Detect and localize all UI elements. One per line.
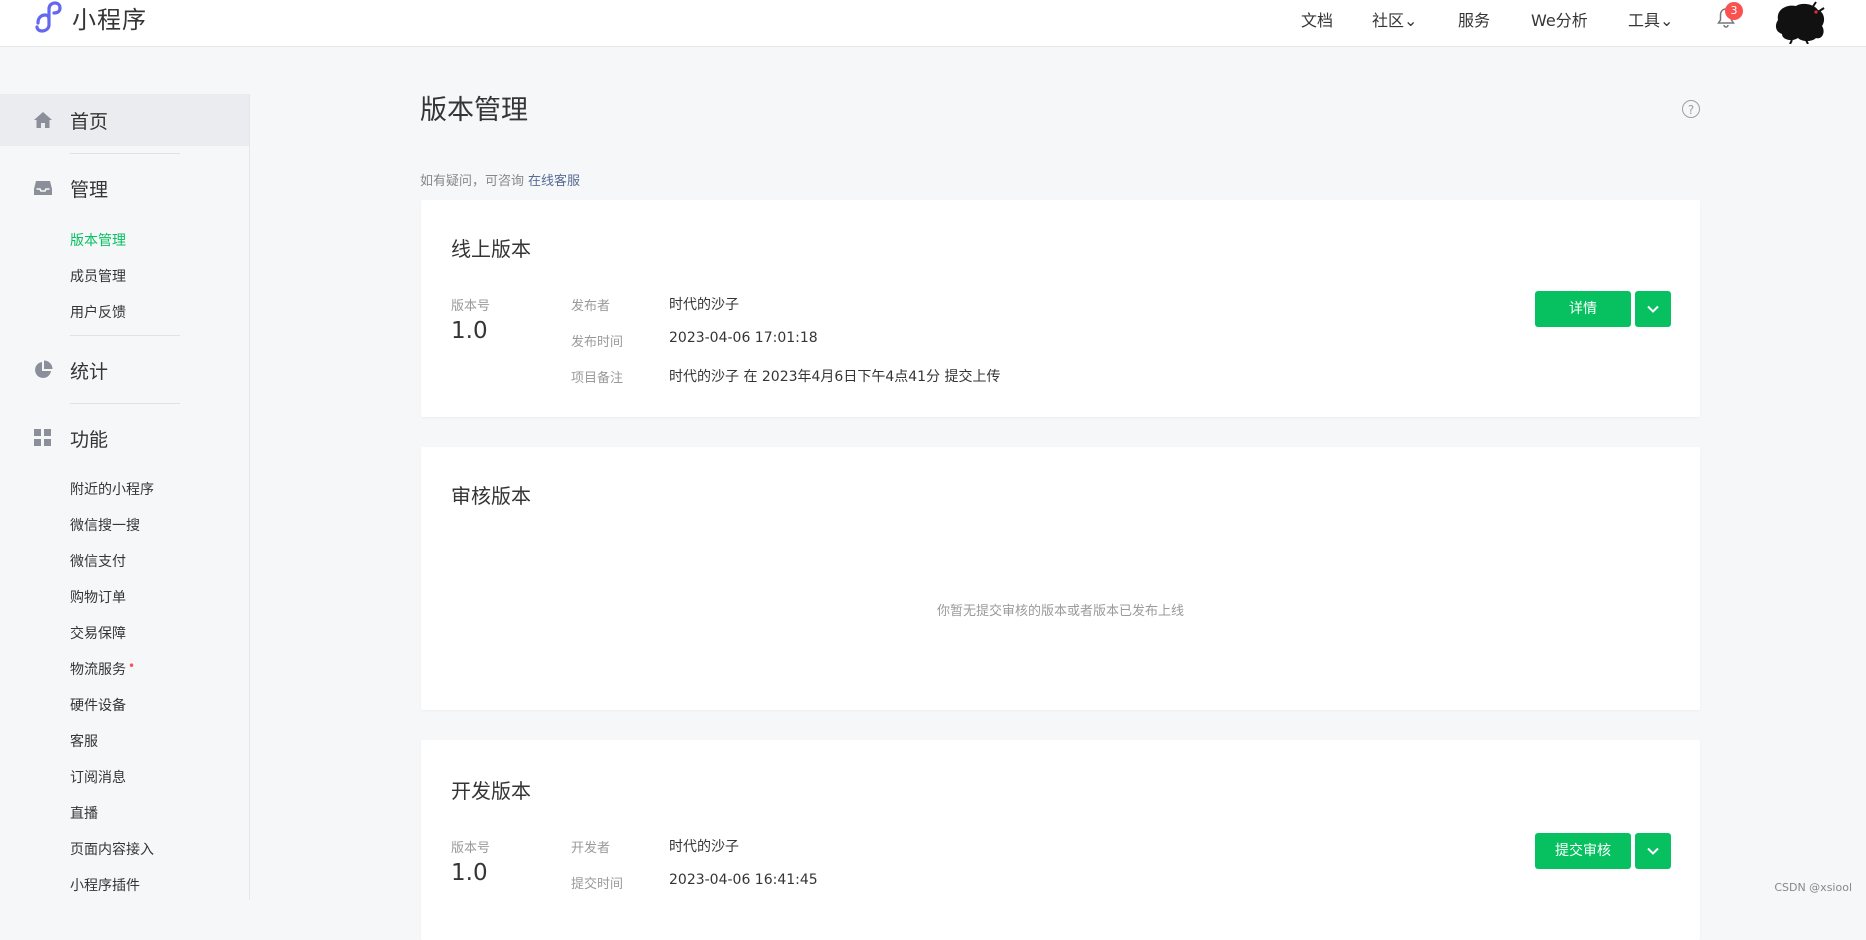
publish-time-value: 2023-04-06 17:01:18 <box>669 330 818 346</box>
sidebar: 首页 管理 版本管理 成员管理 用户反馈 统计 功能 附近的小程序 微信搜一搜 … <box>0 94 250 900</box>
project-note-value: 时代的沙子 在 2023年4月6日下午4点41分 提交上传 <box>669 369 1001 385</box>
divider <box>70 403 180 404</box>
help-icon[interactable]: ? <box>1682 100 1700 118</box>
hint-label: 如有疑问，可咨询 <box>420 174 525 189</box>
sidebar-item-home[interactable]: 首页 <box>0 94 249 146</box>
nav-services-label: 服务 <box>1458 11 1491 30</box>
nav-docs[interactable]: 文档 <box>1301 7 1333 31</box>
sidebar-item-user-feedback[interactable]: 用户反馈 <box>70 302 126 322</box>
publisher-value: 时代的沙子 <box>669 297 739 313</box>
nav-we-analytics-label: We分析 <box>1531 11 1588 30</box>
divider <box>70 335 180 336</box>
sidebar-item-features[interactable]: 功能 <box>0 412 249 464</box>
detail-button[interactable]: 详情 <box>1535 291 1631 327</box>
sidebar-item-member-management[interactable]: 成员管理 <box>70 266 126 286</box>
sidebar-item-stats[interactable]: 统计 <box>0 344 249 396</box>
review-version-title: 审核版本 <box>451 484 531 508</box>
sidebar-item-subscription-messages[interactable]: 订阅消息 <box>70 767 126 787</box>
review-version-card: 审核版本 你暂无提交审核的版本或者版本已发布上线 <box>421 447 1700 710</box>
version-number: 1.0 <box>451 860 488 886</box>
dev-version-card: 开发版本 版本号 1.0 开发者 时代的沙子 提交时间 2023-04-06 1… <box>421 740 1700 940</box>
online-support-link[interactable]: 在线客服 <box>528 174 580 189</box>
chevron-down-icon: ⌄ <box>1660 11 1674 30</box>
chevron-down-icon: ⌄ <box>1404 11 1418 30</box>
inbox-icon <box>33 178 53 198</box>
home-icon <box>33 110 53 130</box>
publisher-label: 发布者 <box>571 299 611 314</box>
version-number: 1.0 <box>451 318 488 344</box>
watermark: CSDN @xsiool <box>1774 881 1852 894</box>
hint-text: 如有疑问，可咨询 在线客服 <box>420 170 580 189</box>
nav-community[interactable]: 社区⌄ <box>1372 7 1417 31</box>
sidebar-item-home-label: 首页 <box>70 110 109 133</box>
grid-icon <box>33 428 53 448</box>
sidebar-item-version-management[interactable]: 版本管理 <box>70 230 126 250</box>
sidebar-item-shopping-orders[interactable]: 购物订单 <box>70 587 126 607</box>
developer-value: 时代的沙子 <box>669 839 739 855</box>
divider <box>70 153 180 154</box>
submit-time-value: 2023-04-06 16:41:45 <box>669 872 818 888</box>
chevron-down-icon <box>1647 847 1659 855</box>
dev-more-dropdown[interactable] <box>1635 833 1671 869</box>
nav-docs-label: 文档 <box>1301 11 1334 30</box>
version-number-label: 版本号 <box>451 299 491 314</box>
version-number-label: 版本号 <box>451 841 491 856</box>
sidebar-item-wechat-search[interactable]: 微信搜一搜 <box>70 515 140 535</box>
online-version-title: 线上版本 <box>451 237 531 261</box>
online-version-card: 线上版本 版本号 1.0 发布者 时代的沙子 发布时间 2023-04-06 1… <box>421 200 1700 417</box>
sidebar-item-features-label: 功能 <box>70 428 109 451</box>
sidebar-item-logistics[interactable]: 物流服务 • <box>70 659 135 679</box>
nav-tools-label: 工具 <box>1628 11 1661 30</box>
sidebar-item-manage-label: 管理 <box>70 178 109 201</box>
developer-label: 开发者 <box>571 841 611 856</box>
pie-chart-icon <box>33 360 53 380</box>
sidebar-item-live[interactable]: 直播 <box>70 803 98 823</box>
nav-we-analytics[interactable]: We分析 <box>1531 7 1588 31</box>
sidebar-item-manage[interactable]: 管理 <box>0 162 249 214</box>
sidebar-item-nearby-miniprogram[interactable]: 附近的小程序 <box>70 479 154 499</box>
sidebar-item-page-content[interactable]: 页面内容接入 <box>70 839 154 859</box>
sidebar-item-logistics-label: 物流服务 <box>70 662 126 678</box>
sidebar-item-wechat-pay[interactable]: 微信支付 <box>70 551 126 571</box>
chevron-down-icon <box>1647 305 1659 313</box>
nav-community-label: 社区 <box>1372 11 1405 30</box>
review-empty-text: 你暂无提交审核的版本或者版本已发布上线 <box>936 604 1184 619</box>
logo[interactable]: 小程序 <box>32 0 147 34</box>
sidebar-item-plugins[interactable]: 小程序插件 <box>70 875 140 895</box>
nav-services[interactable]: 服务 <box>1458 7 1490 31</box>
sidebar-item-hardware[interactable]: 硬件设备 <box>70 695 126 715</box>
project-note-label: 项目备注 <box>571 371 624 386</box>
new-dot-icon: • <box>128 659 136 673</box>
submit-review-button[interactable]: 提交审核 <box>1535 833 1631 869</box>
sidebar-item-trade-guarantee[interactable]: 交易保障 <box>70 623 126 643</box>
notification-badge: 3 <box>1725 2 1743 20</box>
submit-time-label: 提交时间 <box>571 877 624 892</box>
top-bar: 小程序 文档 社区⌄ 服务 We分析 工具⌄ 3 <box>0 0 1866 47</box>
online-more-dropdown[interactable] <box>1635 291 1671 327</box>
avatar[interactable] <box>1772 0 1830 44</box>
sidebar-item-customer-service[interactable]: 客服 <box>70 731 98 751</box>
app-name: 小程序 <box>72 5 147 34</box>
nav-tools[interactable]: 工具⌄ <box>1628 7 1673 31</box>
miniprogram-logo-icon <box>35 1 62 33</box>
dev-version-title: 开发版本 <box>451 779 531 803</box>
sidebar-item-stats-label: 统计 <box>70 360 109 383</box>
page-title: 版本管理 <box>420 95 528 126</box>
publish-time-label: 发布时间 <box>571 335 624 350</box>
